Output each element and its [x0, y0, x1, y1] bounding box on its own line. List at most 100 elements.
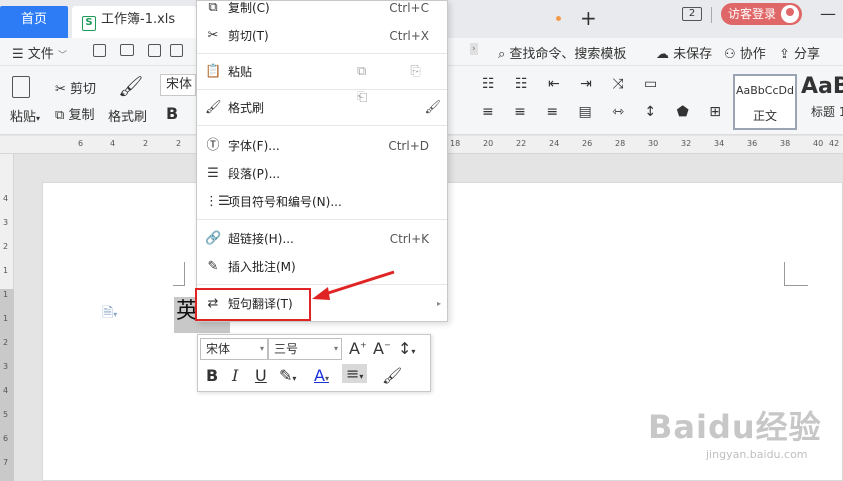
cut-button[interactable]: ✂ 剪切: [55, 78, 96, 97]
copy-icon: ⧉: [55, 108, 65, 123]
ruler-tick-label: 4: [110, 139, 116, 148]
ruler-tick-label: 2: [3, 338, 9, 347]
menu-item-format-painter[interactable]: 🖌 格式刷 🖌: [197, 95, 447, 121]
menu-item-font[interactable]: Ⓣ 字体(F)... Ctrl+D: [197, 133, 447, 159]
document-icon[interactable]: 🗎▾: [102, 302, 117, 326]
ruler-tick-label: 5: [3, 410, 9, 419]
style-heading1[interactable]: AaB 标题 1: [801, 74, 843, 130]
font-icon: Ⓣ: [206, 138, 220, 153]
menu-item-label: 复制(C): [228, 1, 270, 15]
paste-large-icon[interactable]: [12, 76, 30, 103]
window-count-badge[interactable]: 2: [682, 7, 702, 21]
caret-down-icon: ▾: [333, 344, 338, 353]
format-painter-icon[interactable]: 🖌: [118, 74, 143, 98]
unsaved-dot: [556, 16, 561, 21]
copy-button[interactable]: ⧉ 复制: [55, 104, 94, 123]
mini-underline-button[interactable]: U: [255, 366, 267, 385]
annotation-highlight-box: [195, 288, 311, 321]
style-normal[interactable]: AaBbCcDd 正文: [733, 74, 797, 130]
highlight-pen-icon[interactable]: ✎▾: [279, 366, 296, 385]
ruler-tick-label: 4: [3, 386, 9, 395]
grow-font-icon[interactable]: A+: [349, 339, 367, 358]
ruler-tick-label: 42: [829, 139, 840, 148]
align-tools[interactable]: ≡ ≡ ≡ ▤ ⇿ ↕ ⬟ ⊞: [482, 104, 729, 120]
menu-item-copy[interactable]: ⧉ 复制(C) Ctrl+C: [197, 0, 447, 21]
ruler-tick-label: 40: [813, 139, 824, 148]
ruler-tick-label: 4: [3, 194, 9, 203]
style-normal-label: 正文: [752, 109, 777, 123]
tab-document[interactable]: S 工作簿-1.xls: [72, 6, 197, 38]
mini-bold-button[interactable]: B: [206, 366, 218, 385]
copy-label: 复制: [68, 108, 95, 123]
menu-item-label: 字体(F)...: [228, 139, 280, 153]
ruler-tick-label: 1: [3, 266, 9, 275]
menu-item-label: 格式刷: [228, 101, 265, 115]
bold-button[interactable]: B: [166, 104, 178, 123]
collab-button[interactable]: ⚇ 协作: [724, 43, 766, 62]
visitor-login-button[interactable]: 访客登录: [721, 3, 802, 25]
avatar-icon: [781, 5, 799, 23]
save-icon[interactable]: [93, 44, 106, 61]
margin-corner-right: [784, 262, 808, 286]
ruler-tick-label: 2: [176, 139, 182, 148]
mini-font-select[interactable]: 宋体 ▾: [200, 338, 268, 360]
shrink-font-icon[interactable]: A−: [373, 339, 391, 358]
menu-item-label: 剪切(T): [228, 29, 269, 43]
menu-divider: [197, 125, 447, 126]
brush-icon: 🖌: [205, 100, 222, 115]
minimize-icon[interactable]: —: [820, 4, 836, 23]
share-button[interactable]: ⇪ 分享: [779, 43, 820, 62]
more-arrow-icon[interactable]: ›: [470, 43, 478, 55]
undo-icon[interactable]: [170, 44, 183, 61]
vertical-ruler[interactable]: 4321112345678: [0, 154, 14, 481]
menu-item-shortcut: Ctrl+C: [389, 1, 429, 15]
mini-font-color-button[interactable]: A▾: [314, 366, 329, 385]
ruler-tick-label: 28: [615, 139, 626, 148]
mini-italic-button[interactable]: I: [232, 366, 238, 385]
menu-divider: [197, 53, 447, 54]
login-label: 访客登录: [728, 7, 777, 21]
menu-item-bullets[interactable]: ⋮☰ 项目符号和编号(N)...: [197, 189, 447, 215]
tab-home[interactable]: 首页: [0, 6, 68, 38]
caret-down-icon: ▾: [36, 114, 41, 123]
ruler-tick-label: 34: [714, 139, 725, 148]
align-icon[interactable]: ≡▾: [342, 364, 368, 383]
divider: [711, 7, 712, 23]
menu-item-paste[interactable]: 📋 粘贴 ⧉ ⎘ ⎗: [197, 59, 447, 105]
ruler-tick-label: 1: [3, 314, 9, 323]
spreadsheet-icon: S: [82, 16, 96, 31]
ruler-tick-label: 2: [3, 242, 9, 251]
ruler-tick-label: 3: [3, 362, 9, 371]
print-icon[interactable]: [120, 44, 134, 60]
paste-label: 粘贴: [10, 110, 37, 125]
scissors-icon: ✂: [55, 82, 66, 97]
ruler-tick-label: 24: [549, 139, 560, 148]
search-command[interactable]: ⌕ 查找命令、搜索模板: [498, 43, 626, 62]
ruler-tick-label: 30: [648, 139, 659, 148]
format-painter-button[interactable]: 格式刷: [108, 106, 147, 125]
ruler-tick-label: 1: [3, 290, 9, 299]
ruler-tick-label: 22: [516, 139, 527, 148]
format-painter-icon[interactable]: 🖌: [382, 366, 402, 385]
line-spacing-icon[interactable]: ↕▾: [398, 339, 415, 358]
ruler-tick-label: 20: [483, 139, 494, 148]
paste-button[interactable]: 粘贴▾: [10, 106, 40, 125]
menu-item-label: 超链接(H)...: [228, 232, 294, 246]
preview-icon[interactable]: [148, 44, 161, 61]
format-painter-small-icon[interactable]: 🖌: [424, 95, 441, 121]
list-tools[interactable]: ☷ ☷ ⇤ ⇥ ⤨ ▭: [482, 76, 665, 92]
file-menu[interactable]: ☰ 文件 ﹀: [12, 43, 67, 62]
new-tab-icon[interactable]: +: [580, 6, 597, 30]
menu-divider: [197, 219, 447, 220]
menu-item-hyperlink[interactable]: 🔗 超链接(H)... Ctrl+K: [197, 226, 447, 252]
font-name-select[interactable]: 宋体: [160, 74, 196, 96]
menu-item-label: 项目符号和编号(N)...: [228, 195, 342, 209]
mini-font-label: 宋体: [206, 342, 231, 356]
unsaved-button[interactable]: ☁ 未保存: [656, 43, 712, 62]
menu-item-cut[interactable]: ✂ 剪切(T) Ctrl+X: [197, 23, 447, 49]
mini-size-select[interactable]: 三号 ▾: [268, 338, 342, 360]
menu-item-paragraph[interactable]: ☰ 段落(P)...: [197, 161, 447, 187]
scissors-icon: ✂: [207, 28, 219, 43]
cloud-icon: ☁: [656, 47, 669, 62]
cut-label: 剪切: [70, 82, 97, 97]
